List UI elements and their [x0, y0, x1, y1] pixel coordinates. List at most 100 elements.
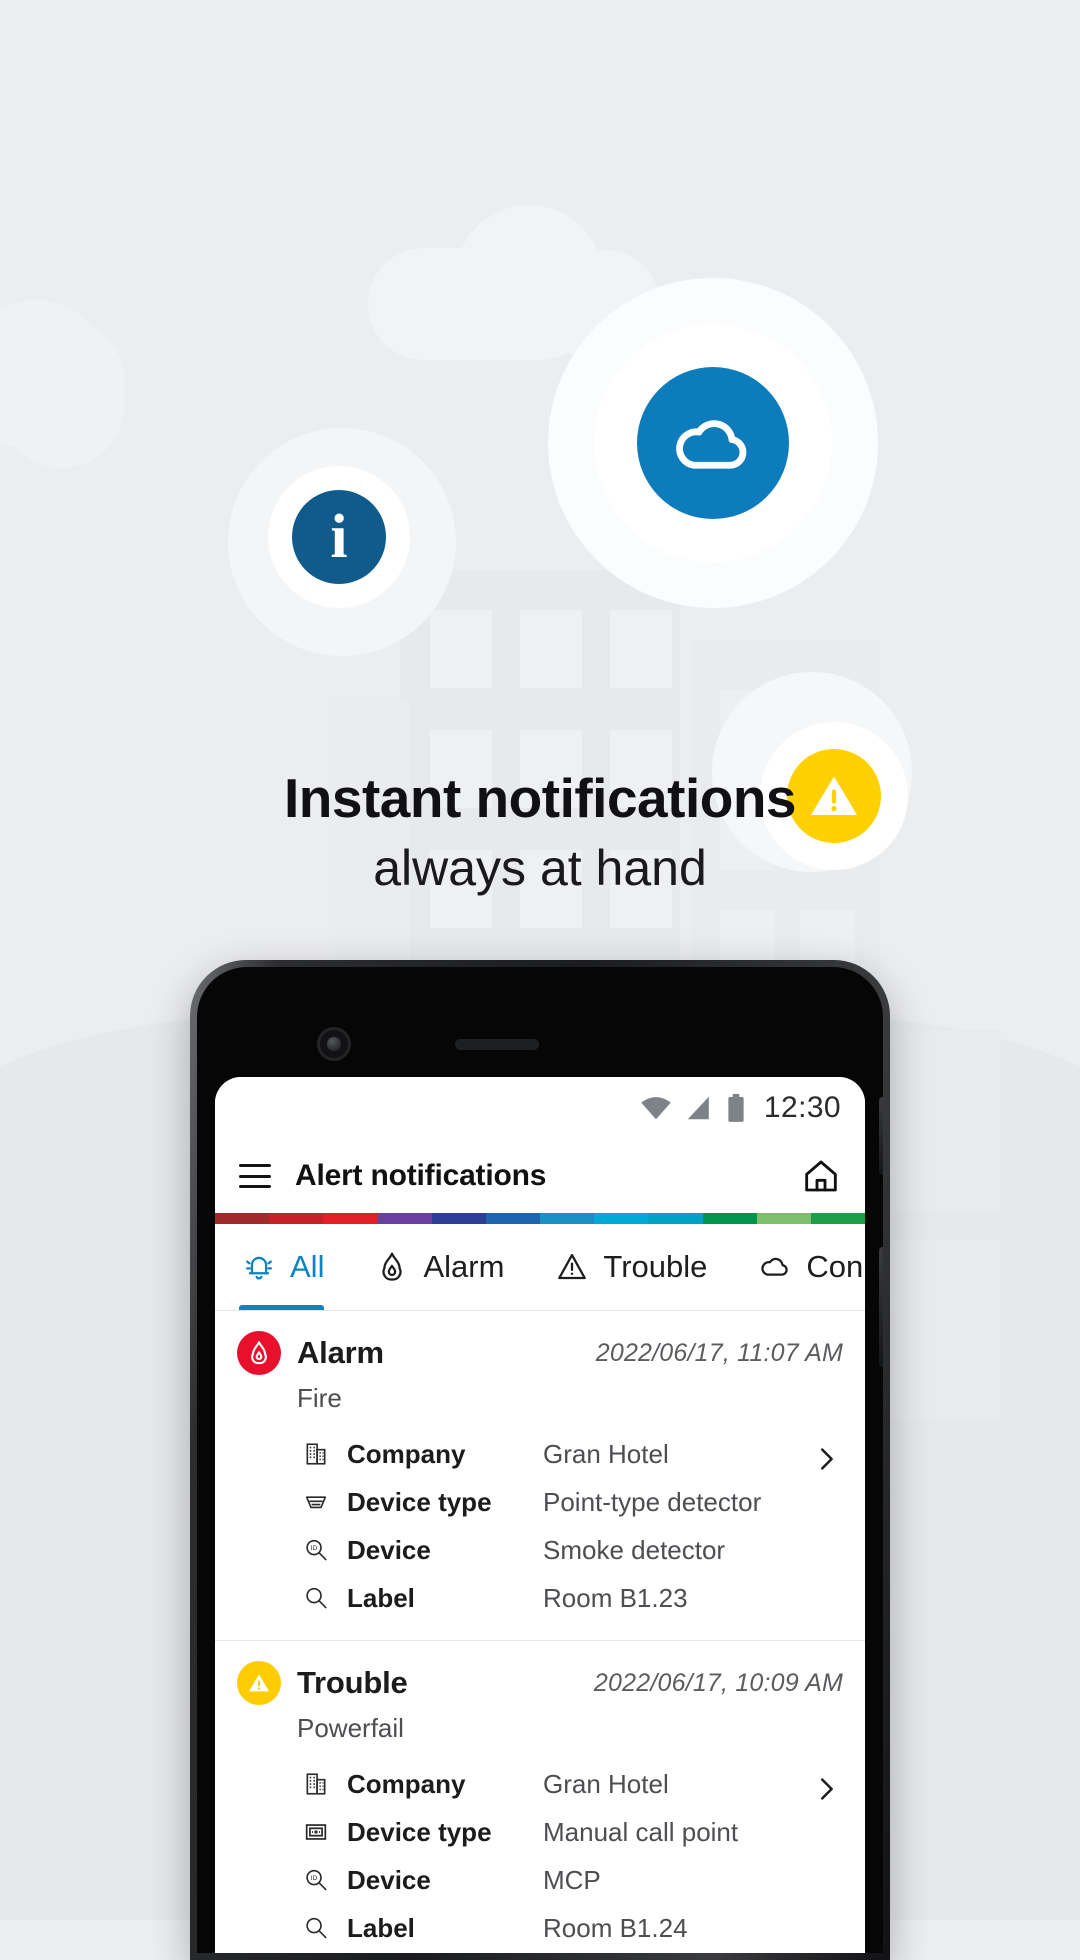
detail-value: MCP	[543, 1864, 601, 1895]
cloud-badge-ring	[594, 324, 832, 562]
brand-color-segment	[431, 1213, 486, 1224]
brand-color-segment	[702, 1213, 757, 1224]
building-window	[610, 610, 672, 688]
tab-trouble-label: Trouble	[603, 1249, 708, 1284]
alert-detail-block: Company Gran Hotel	[215, 1414, 865, 1622]
brand-color-segment	[377, 1213, 432, 1224]
alert-subtitle: Powerfail	[297, 1713, 404, 1743]
alert-severity-title: Trouble	[297, 1665, 408, 1700]
hamburger-menu-icon[interactable]	[239, 1164, 271, 1188]
detail-key: Company	[347, 1768, 466, 1799]
detail-key: Device type	[347, 1486, 492, 1517]
brand-color-segment	[594, 1213, 649, 1224]
detail-key: Device	[347, 1864, 431, 1895]
warning-triangle-outline-icon	[554, 1249, 590, 1285]
detail-row: Company Gran Hotel	[299, 1760, 809, 1808]
cellular-signal-icon	[687, 1096, 709, 1120]
hero-headline: Instant notifications always at hand	[0, 767, 1080, 896]
tab-connectivity-label: Con	[806, 1249, 864, 1284]
phone-mockup: 12:30 Alert notifications All Alarm Trou…	[190, 960, 890, 1960]
chevron-right-icon[interactable]	[809, 1444, 843, 1474]
building-icon	[299, 1437, 333, 1471]
detail-row: ID Device MCP	[299, 1856, 809, 1904]
brand-color-segment	[540, 1213, 595, 1224]
building-icon	[299, 1767, 333, 1801]
info-glyph: i	[330, 503, 348, 571]
manual-call-point-icon	[299, 1815, 333, 1849]
headline-line-2: always at hand	[373, 839, 707, 896]
cloud-icon	[676, 420, 747, 469]
app-bar: Alert notifications	[215, 1139, 865, 1213]
phone-screen: 12:30 Alert notifications All Alarm Trou…	[215, 1077, 865, 1953]
alert-timestamp: 2022/06/17, 10:09 AM	[593, 1668, 843, 1697]
tab-alarm-label: Alarm	[423, 1249, 505, 1284]
home-icon[interactable]	[801, 1156, 841, 1196]
front-camera	[317, 1027, 351, 1061]
status-bar-time: 12:30	[763, 1091, 841, 1124]
brand-color-segment	[323, 1213, 378, 1224]
power-button[interactable]	[879, 1097, 883, 1175]
phone-bezel: 12:30 Alert notifications All Alarm Trou…	[197, 967, 883, 1953]
detail-value: Room B1.23	[543, 1582, 688, 1613]
alert-card[interactable]: Alarm 2022/06/17, 11:07 AM Fire Company …	[215, 1310, 865, 1641]
detail-row: Device type Manual call point	[299, 1808, 809, 1856]
status-bar: 12:30	[215, 1077, 865, 1139]
brand-color-segment	[648, 1213, 703, 1224]
alert-severity-title: Alarm	[297, 1335, 384, 1370]
magnifier-icon	[299, 1911, 333, 1945]
brand-color-segment	[485, 1213, 541, 1224]
tab-all[interactable]: All	[237, 1224, 350, 1310]
cloud-outline-icon	[757, 1249, 793, 1285]
phone-frame: 12:30 Alert notifications All Alarm Trou…	[190, 960, 890, 1960]
detail-key: Device	[347, 1534, 431, 1565]
device-id-icon: ID	[299, 1863, 333, 1897]
detail-key: Label	[347, 1912, 415, 1943]
detail-row: Device type Point-type detector	[299, 1478, 809, 1526]
detail-row: Company Gran Hotel	[299, 1430, 809, 1478]
detail-value: Gran Hotel	[543, 1438, 669, 1469]
detail-value: Smoke detector	[543, 1534, 726, 1565]
alert-card-header: Trouble 2022/06/17, 10:09 AM	[215, 1661, 865, 1705]
alert-card[interactable]: Trouble 2022/06/17, 10:09 AM Powerfail C…	[215, 1641, 865, 1953]
brand-color-segment	[215, 1213, 270, 1224]
battery-icon	[728, 1093, 744, 1122]
info-badge: i	[292, 490, 386, 584]
building-block	[880, 1030, 1000, 1210]
tab-alarm[interactable]: Alarm	[370, 1224, 530, 1310]
detail-row: Label Room B1.23	[299, 1574, 809, 1622]
chevron-right-icon[interactable]	[809, 1774, 843, 1804]
filter-tab-bar: All Alarm Trouble Con	[215, 1224, 865, 1310]
svg-text:ID: ID	[311, 1875, 318, 1882]
detail-value: Gran Hotel	[543, 1768, 669, 1799]
tab-connectivity[interactable]: Con	[753, 1224, 865, 1310]
building-window	[430, 610, 492, 688]
detail-row: Label Room B1.24	[299, 1904, 809, 1952]
tab-trouble[interactable]: Trouble	[550, 1224, 733, 1310]
detail-key: Device type	[347, 1816, 492, 1847]
warning-badge-icon	[237, 1661, 281, 1705]
tab-all-label: All	[290, 1249, 325, 1284]
detail-row: ID Device Smoke detector	[299, 1526, 809, 1574]
earpiece-speaker	[455, 1039, 539, 1050]
detail-value: Room B1.24	[543, 1912, 688, 1943]
headline-line-1: Instant notifications	[284, 767, 797, 829]
detail-value: Point-type detector	[543, 1486, 762, 1517]
wifi-icon	[641, 1097, 671, 1120]
brand-color-strip	[215, 1213, 865, 1224]
alert-detail-block: Company Gran Hotel	[215, 1744, 865, 1952]
building-window	[520, 610, 582, 688]
info-badge-ring: i	[268, 466, 410, 608]
page-title: Alert notifications	[295, 1159, 547, 1192]
device-id-icon: ID	[299, 1533, 333, 1567]
detail-value: Manual call point	[543, 1816, 739, 1847]
cloud-badge	[637, 367, 789, 519]
alert-subtitle: Fire	[297, 1383, 342, 1413]
point-detector-icon	[299, 1485, 333, 1519]
building-block	[880, 1240, 1000, 1420]
alert-card-header: Alarm 2022/06/17, 11:07 AM	[215, 1331, 865, 1375]
alert-timestamp: 2022/06/17, 11:07 AM	[595, 1338, 843, 1367]
alert-notifications-list: Alarm 2022/06/17, 11:07 AM Fire Company …	[215, 1310, 865, 1953]
brand-color-segment	[810, 1213, 865, 1224]
flame-icon	[374, 1249, 410, 1285]
volume-button[interactable]	[879, 1247, 883, 1367]
